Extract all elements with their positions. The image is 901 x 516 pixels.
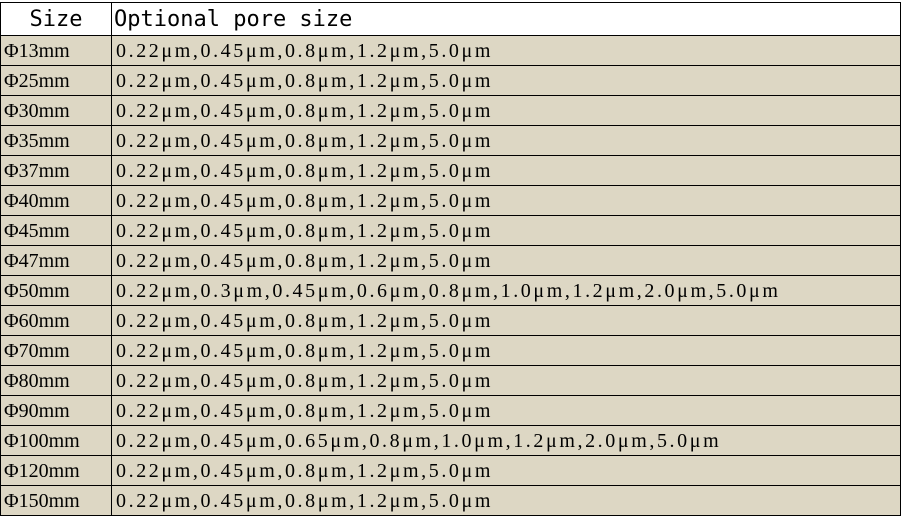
table-row: Φ50mm 0.22μm,0.3μm,0.45μm,0.6μm,0.8μm,1.… — [0, 275, 901, 306]
size-cell: Φ70mm — [0, 335, 112, 366]
size-cell: Φ90mm — [0, 395, 112, 426]
table-header-row: Size Optional pore size — [0, 2, 901, 36]
pore-cell: 0.22μm,0.45μm,0.8μm,1.2μm,5.0μm — [111, 335, 901, 366]
pore-cell: 0.22μm,0.45μm,0.8μm,1.2μm,5.0μm — [111, 215, 901, 246]
pore-cell: 0.22μm,0.45μm,0.65μm,0.8μm,1.0μm,1.2μm,2… — [111, 425, 901, 456]
table-row: Φ150mm 0.22μm,0.45μm,0.8μm,1.2μm,5.0μm — [0, 485, 901, 516]
pore-cell: 0.22μm,0.3μm,0.45μm,0.6μm,0.8μm,1.0μm,1.… — [111, 275, 901, 306]
size-column-header: Size — [0, 2, 112, 36]
size-cell: Φ13mm — [0, 35, 112, 66]
size-cell: Φ60mm — [0, 305, 112, 336]
size-cell: Φ50mm — [0, 275, 112, 306]
table-row: Φ25mm 0.22μm,0.45μm,0.8μm,1.2μm,5.0μm — [0, 65, 901, 96]
size-cell: Φ120mm — [0, 455, 112, 486]
size-cell: Φ45mm — [0, 215, 112, 246]
table-row: Φ35mm 0.22μm,0.45μm,0.8μm,1.2μm,5.0μm — [0, 125, 901, 156]
pore-cell: 0.22μm,0.45μm,0.8μm,1.2μm,5.0μm — [111, 155, 901, 186]
size-cell: Φ35mm — [0, 125, 112, 156]
pore-cell: 0.22μm,0.45μm,0.8μm,1.2μm,5.0μm — [111, 65, 901, 96]
table-row: Φ47mm 0.22μm,0.45μm,0.8μm,1.2μm,5.0μm — [0, 245, 901, 276]
pore-cell: 0.22μm,0.45μm,0.8μm,1.2μm,5.0μm — [111, 485, 901, 516]
size-cell: Φ150mm — [0, 485, 112, 516]
size-cell: Φ40mm — [0, 185, 112, 216]
pore-cell: 0.22μm,0.45μm,0.8μm,1.2μm,5.0μm — [111, 35, 901, 66]
table-row: Φ13mm 0.22μm,0.45μm,0.8μm,1.2μm,5.0μm — [0, 35, 901, 66]
table-row: Φ100mm 0.22μm,0.45μm,0.65μm,0.8μm,1.0μm,… — [0, 425, 901, 456]
table-row: Φ40mm 0.22μm,0.45μm,0.8μm,1.2μm,5.0μm — [0, 185, 901, 216]
pore-cell: 0.22μm,0.45μm,0.8μm,1.2μm,5.0μm — [111, 125, 901, 156]
pore-cell: 0.22μm,0.45μm,0.8μm,1.2μm,5.0μm — [111, 245, 901, 276]
table-row: Φ37mm 0.22μm,0.45μm,0.8μm,1.2μm,5.0μm — [0, 155, 901, 186]
pore-cell: 0.22μm,0.45μm,0.8μm,1.2μm,5.0μm — [111, 305, 901, 336]
pore-cell: 0.22μm,0.45μm,0.8μm,1.2μm,5.0μm — [111, 365, 901, 396]
size-cell: Φ25mm — [0, 65, 112, 96]
pore-size-table: Size Optional pore size Φ13mm 0.22μm,0.4… — [0, 2, 901, 516]
table-row: Φ90mm 0.22μm,0.45μm,0.8μm,1.2μm,5.0μm — [0, 395, 901, 426]
pore-column-header: Optional pore size — [111, 2, 901, 36]
table-row: Φ70mm 0.22μm,0.45μm,0.8μm,1.2μm,5.0μm — [0, 335, 901, 366]
spec-sheet: Size Optional pore size Φ13mm 0.22μm,0.4… — [0, 0, 901, 516]
pore-cell: 0.22μm,0.45μm,0.8μm,1.2μm,5.0μm — [111, 395, 901, 426]
table-row: Φ60mm 0.22μm,0.45μm,0.8μm,1.2μm,5.0μm — [0, 305, 901, 336]
pore-cell: 0.22μm,0.45μm,0.8μm,1.2μm,5.0μm — [111, 95, 901, 126]
table-row: Φ30mm 0.22μm,0.45μm,0.8μm,1.2μm,5.0μm — [0, 95, 901, 126]
size-cell: Φ100mm — [0, 425, 112, 456]
size-cell: Φ30mm — [0, 95, 112, 126]
pore-cell: 0.22μm,0.45μm,0.8μm,1.2μm,5.0μm — [111, 185, 901, 216]
table-row: Φ80mm 0.22μm,0.45μm,0.8μm,1.2μm,5.0μm — [0, 365, 901, 396]
size-cell: Φ37mm — [0, 155, 112, 186]
size-cell: Φ47mm — [0, 245, 112, 276]
table-row: Φ120mm 0.22μm,0.45μm,0.8μm,1.2μm,5.0μm — [0, 455, 901, 486]
table-row: Φ45mm 0.22μm,0.45μm,0.8μm,1.2μm,5.0μm — [0, 215, 901, 246]
pore-cell: 0.22μm,0.45μm,0.8μm,1.2μm,5.0μm — [111, 455, 901, 486]
size-cell: Φ80mm — [0, 365, 112, 396]
